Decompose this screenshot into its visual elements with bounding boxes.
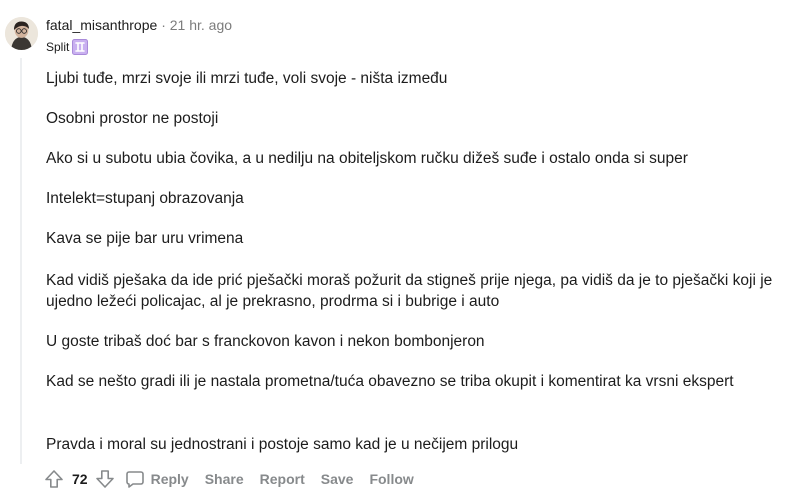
comment-paragraph: Kad vidiš pješaka da ide prić pješački m… — [46, 272, 773, 310]
comment-paragraph: Intelekt=stupanj obrazovanja — [46, 190, 244, 207]
share-button[interactable]: Share — [205, 471, 244, 487]
timestamp[interactable]: 21 hr. ago — [170, 17, 232, 33]
upvote-button[interactable] — [44, 469, 64, 489]
reply-button[interactable]: Reply — [125, 469, 189, 489]
comment-paragraph: Kad se nešto gradi ili je nastala promet… — [46, 373, 734, 390]
user-flair: Split — [46, 38, 89, 56]
report-button[interactable]: Report — [260, 471, 305, 487]
avatar-image — [5, 17, 38, 50]
comment-paragraph: Ljubi tuđe, mrzi svoje ili mrzi tuđe, vo… — [46, 70, 448, 87]
reply-label: Reply — [150, 471, 189, 487]
comment-paragraph: Kava se pije bar uru vrimena — [46, 230, 244, 247]
comment-actions: 72 Reply Share Report Save Follow — [44, 466, 414, 492]
comment-paragraph: Pravda i moral su jednostrani i postoje … — [46, 436, 519, 453]
vote-score: 72 — [72, 471, 88, 487]
comment-bubble-icon — [125, 471, 144, 488]
downvote-button[interactable] — [95, 469, 115, 489]
follow-button[interactable]: Follow — [369, 471, 413, 487]
comment-paragraph: U goste tribaš doć bar s franckovon kavo… — [46, 333, 485, 350]
save-button[interactable]: Save — [321, 471, 354, 487]
zodiac-emoji-icon — [72, 39, 89, 55]
username[interactable]: fatal_misanthrope — [46, 17, 157, 33]
upvote-arrow-icon — [45, 470, 63, 488]
comment-paragraph: Ako si u subotu ubia čovika, a u nedilju… — [46, 150, 688, 167]
thread-line[interactable] — [20, 58, 22, 464]
comment-paragraph: Osobni prostor ne postoji — [46, 110, 219, 127]
avatar[interactable] — [5, 17, 38, 50]
meta-separator: · — [161, 17, 166, 33]
downvote-arrow-icon — [95, 470, 114, 488]
flair-text: Split — [46, 40, 70, 54]
comment-meta: fatal_misanthrope · 21 hr. ago — [46, 16, 232, 34]
